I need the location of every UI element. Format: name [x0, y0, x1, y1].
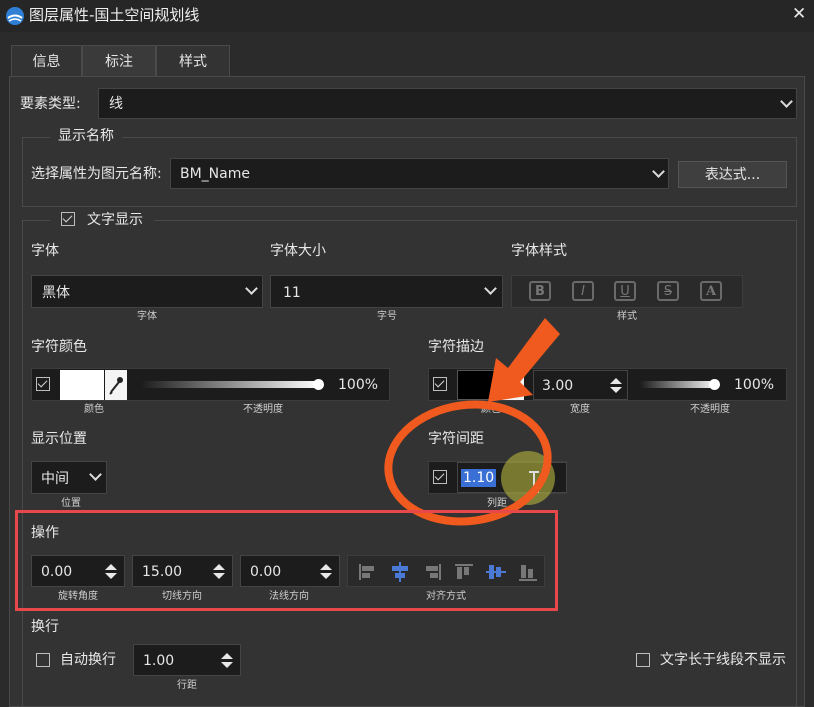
eyedropper-icon — [109, 377, 123, 395]
char-stroke-opacity-slider[interactable] — [640, 381, 718, 388]
spin-down-icon[interactable] — [610, 387, 622, 393]
italic-button[interactable]: I — [572, 281, 594, 301]
tab-info[interactable]: 信息 — [11, 45, 82, 76]
font-style-label: 字体样式 — [511, 243, 567, 259]
spin-up-icon[interactable] — [221, 653, 233, 659]
font-select[interactable]: 黑体 — [31, 275, 263, 308]
align-middle-v-icon[interactable] — [485, 562, 507, 582]
char-stroke-opacity-caption: 不透明度 — [690, 404, 730, 415]
tab-style-label: 样式 — [179, 54, 207, 70]
tangent-value: 15.00 — [142, 564, 183, 580]
font-label: 字体 — [31, 243, 59, 259]
spin-up-icon[interactable] — [610, 378, 622, 384]
spin-down-icon[interactable] — [213, 573, 225, 579]
char-color-label: 字符颜色 — [31, 339, 87, 355]
expression-button-label: 表达式... — [704, 166, 761, 183]
align-center-h-icon[interactable] — [389, 562, 411, 582]
rotation-value: 0.00 — [41, 564, 73, 580]
eyedropper-button[interactable] — [105, 370, 127, 400]
feature-type-value: 线 — [109, 96, 123, 112]
align-toolbar — [347, 555, 545, 587]
position-value: 中间 — [41, 471, 69, 487]
text-display-label: 文字显示 — [87, 212, 143, 228]
rotation-spinbox[interactable]: 0.00 — [31, 555, 125, 587]
select-attr-label: 选择属性为图元名称: — [31, 166, 162, 182]
operation-label: 操作 — [31, 525, 59, 541]
spin-up-icon[interactable] — [320, 564, 332, 570]
align-bottom-icon[interactable] — [517, 562, 539, 582]
text-display-checkbox[interactable] — [61, 212, 75, 226]
wrap-label: 换行 — [31, 619, 59, 635]
chevron-down-icon — [652, 165, 665, 178]
align-top-icon[interactable] — [453, 562, 475, 582]
position-select[interactable]: 中间 — [31, 461, 107, 494]
char-stroke-opacity-handle[interactable] — [709, 379, 720, 390]
feature-type-select[interactable]: 线 — [98, 88, 797, 119]
annotation-overlay — [384, 318, 560, 526]
title-bar: 图层属性-国土空间规划线 ✕ — [0, 0, 814, 32]
line-spacing-spinbox[interactable]: 1.00 — [133, 644, 241, 676]
chevron-down-icon — [89, 468, 102, 481]
align-caption: 对齐方式 — [426, 591, 466, 602]
font-value: 黑体 — [42, 285, 70, 301]
line-spacing-value: 1.00 — [143, 653, 175, 669]
strikethrough-button[interactable]: S — [657, 281, 679, 301]
tab-label[interactable]: 标注 — [82, 45, 156, 76]
position-caption: 位置 — [61, 498, 81, 509]
normal-value: 0.00 — [250, 564, 282, 580]
spin-up-icon[interactable] — [105, 564, 117, 570]
char-stroke-opacity-value: 100% — [734, 377, 775, 393]
expression-button[interactable]: 表达式... — [678, 161, 787, 188]
char-color-opacity-slider[interactable] — [141, 381, 319, 388]
spin-down-icon[interactable] — [105, 573, 117, 579]
chevron-down-icon — [780, 95, 793, 108]
attr-name-select[interactable]: BM_Name — [170, 158, 669, 189]
align-top-right-icon[interactable] — [421, 562, 443, 582]
tab-info-label: 信息 — [32, 54, 61, 70]
char-color-opacity-handle[interactable] — [313, 379, 324, 390]
chevron-down-icon — [484, 282, 497, 295]
line-spacing-caption: 行距 — [177, 680, 197, 691]
tangent-caption: 切线方向 — [162, 591, 202, 602]
char-color-opacity-caption: 不透明度 — [243, 404, 283, 415]
app-logo-icon — [6, 7, 24, 25]
char-color-checkbox[interactable] — [36, 377, 50, 391]
tangent-spinbox[interactable]: 15.00 — [132, 555, 233, 587]
spin-down-icon[interactable] — [221, 662, 233, 668]
font-caption: 字体 — [137, 311, 157, 322]
font-size-value: 11 — [283, 285, 301, 301]
display-name-group-label: 显示名称 — [50, 129, 122, 143]
font-color-a-button[interactable]: A — [700, 281, 722, 301]
window-title: 图层属性-国土空间规划线 — [29, 6, 200, 24]
chevron-down-icon — [245, 282, 258, 295]
underline-button[interactable]: U — [614, 281, 636, 301]
font-size-label: 字体大小 — [270, 243, 326, 259]
attr-name-value: BM_Name — [180, 166, 250, 182]
spin-up-icon[interactable] — [213, 564, 225, 570]
spin-down-icon[interactable] — [320, 573, 332, 579]
font-style-caption: 样式 — [617, 311, 637, 322]
feature-type-label: 要素类型: — [20, 96, 81, 112]
hide-long-text-checkbox[interactable] — [636, 653, 650, 667]
normal-spinbox[interactable]: 0.00 — [240, 555, 340, 587]
auto-wrap-checkbox[interactable] — [36, 653, 50, 667]
bold-button[interactable]: B — [529, 281, 551, 301]
position-label: 显示位置 — [31, 431, 87, 447]
align-top-left-icon[interactable] — [357, 562, 379, 582]
char-color-swatch[interactable] — [60, 370, 104, 400]
close-icon[interactable]: ✕ — [792, 6, 806, 23]
normal-caption: 法线方向 — [269, 591, 309, 602]
char-color-opacity-value: 100% — [338, 377, 379, 393]
char-color-caption: 颜色 — [84, 404, 104, 415]
auto-wrap-label: 自动换行 — [60, 652, 116, 668]
hide-long-text-label: 文字长于线段不显示 — [660, 652, 786, 668]
rotation-caption: 旋转角度 — [58, 591, 98, 602]
tab-style[interactable]: 样式 — [156, 45, 230, 76]
tab-label-label: 标注 — [105, 54, 133, 70]
